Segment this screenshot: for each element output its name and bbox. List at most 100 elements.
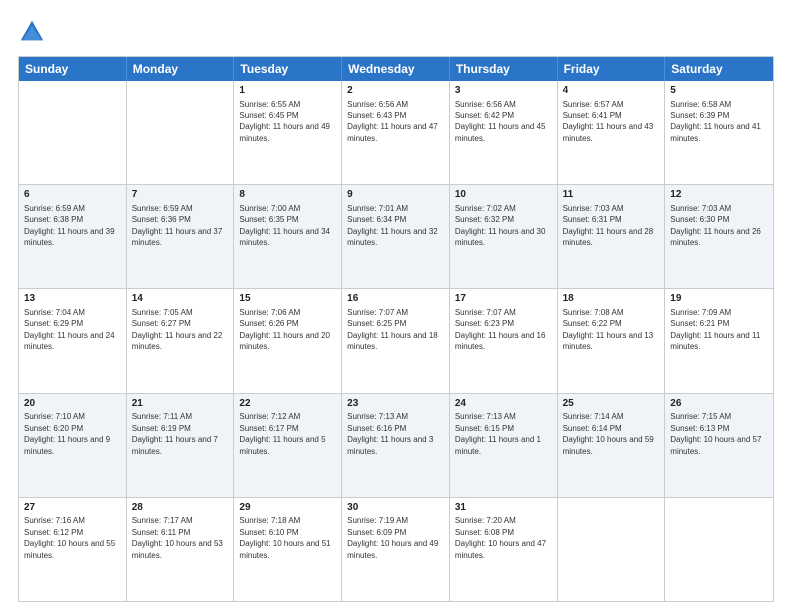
sunrise-text: Sunrise: 6:59 AM	[24, 204, 85, 213]
sunrise-text: Sunrise: 7:16 AM	[24, 516, 85, 525]
sunrise-text: Sunrise: 6:55 AM	[239, 100, 300, 109]
sunrise-text: Sunrise: 6:58 AM	[670, 100, 731, 109]
daylight-text: Daylight: 11 hours and 13 minutes.	[563, 331, 654, 351]
day-number: 11	[563, 188, 660, 202]
day-number: 12	[670, 188, 768, 202]
sunset-text: Sunset: 6:36 PM	[132, 215, 191, 224]
sunset-text: Sunset: 6:08 PM	[455, 528, 514, 537]
day-number: 27	[24, 501, 121, 515]
daylight-text: Daylight: 10 hours and 57 minutes.	[670, 435, 761, 455]
day-number: 31	[455, 501, 552, 515]
daylight-text: Daylight: 11 hours and 7 minutes.	[132, 435, 218, 455]
cal-day-12: 12Sunrise: 7:03 AMSunset: 6:30 PMDayligh…	[665, 185, 773, 288]
day-number: 26	[670, 397, 768, 411]
sunrise-text: Sunrise: 7:18 AM	[239, 516, 300, 525]
cal-header-friday: Friday	[558, 57, 666, 81]
cal-day-18: 18Sunrise: 7:08 AMSunset: 6:22 PMDayligh…	[558, 289, 666, 392]
sunrise-text: Sunrise: 7:19 AM	[347, 516, 408, 525]
sunset-text: Sunset: 6:19 PM	[132, 424, 191, 433]
cal-day-11: 11Sunrise: 7:03 AMSunset: 6:31 PMDayligh…	[558, 185, 666, 288]
daylight-text: Daylight: 11 hours and 24 minutes.	[24, 331, 115, 351]
sunset-text: Sunset: 6:26 PM	[239, 319, 298, 328]
sunset-text: Sunset: 6:12 PM	[24, 528, 83, 537]
sunset-text: Sunset: 6:20 PM	[24, 424, 83, 433]
daylight-text: Daylight: 11 hours and 28 minutes.	[563, 227, 654, 247]
sunrise-text: Sunrise: 7:20 AM	[455, 516, 516, 525]
daylight-text: Daylight: 11 hours and 9 minutes.	[24, 435, 110, 455]
sunrise-text: Sunrise: 7:13 AM	[347, 412, 408, 421]
sunset-text: Sunset: 6:21 PM	[670, 319, 729, 328]
cal-header-sunday: Sunday	[19, 57, 127, 81]
cal-day-5: 5Sunrise: 6:58 AMSunset: 6:39 PMDaylight…	[665, 81, 773, 184]
sunset-text: Sunset: 6:22 PM	[563, 319, 622, 328]
sunrise-text: Sunrise: 7:11 AM	[132, 412, 192, 421]
cal-day-10: 10Sunrise: 7:02 AMSunset: 6:32 PMDayligh…	[450, 185, 558, 288]
sunset-text: Sunset: 6:27 PM	[132, 319, 191, 328]
sunset-text: Sunset: 6:30 PM	[670, 215, 729, 224]
cal-week-row: 27Sunrise: 7:16 AM Sunset: 6:12 PM Dayligh…	[19, 497, 773, 601]
cal-day-27: 27Sunrise: 7:16 AM Sunset: 6:12 PM Dayligh…	[19, 498, 127, 601]
cal-header-monday: Monday	[127, 57, 235, 81]
sunset-text: Sunset: 6:14 PM	[563, 424, 622, 433]
calendar: SundayMondayTuesdayWednesdayThursdayFrid…	[18, 56, 774, 602]
daylight-text: Daylight: 11 hours and 41 minutes.	[670, 122, 761, 142]
cal-day-9: 9Sunrise: 7:01 AMSunset: 6:34 PMDaylight…	[342, 185, 450, 288]
calendar-body: 1Sunrise: 6:55 AMSunset: 6:45 PMDaylight…	[19, 81, 773, 601]
sunrise-text: Sunrise: 7:04 AM	[24, 308, 85, 317]
sunset-text: Sunset: 6:32 PM	[455, 215, 514, 224]
sunrise-text: Sunrise: 7:15 AM	[670, 412, 731, 421]
sunset-text: Sunset: 6:42 PM	[455, 111, 514, 120]
cal-day-24: 24Sunrise: 7:13 AMSunset: 6:15 PMDayligh…	[450, 394, 558, 497]
cal-day-30: 30Sunrise: 7:19 AMSunset: 6:09 PMDayligh…	[342, 498, 450, 601]
sunset-text: Sunset: 6:09 PM	[347, 528, 406, 537]
sunrise-text: Sunrise: 7:00 AM	[239, 204, 300, 213]
cal-day-2: 2Sunrise: 6:56 AMSunset: 6:43 PMDaylight…	[342, 81, 450, 184]
sunrise-text: Sunrise: 7:03 AM	[670, 204, 731, 213]
sunrise-text: Sunrise: 7:05 AM	[132, 308, 193, 317]
daylight-text: Daylight: 11 hours and 5 minutes.	[239, 435, 325, 455]
day-number: 22	[239, 397, 336, 411]
day-number: 2	[347, 84, 444, 98]
daylight-text: Daylight: 10 hours and 55 minutes.	[24, 539, 115, 559]
daylight-text: Daylight: 11 hours and 16 minutes.	[455, 331, 546, 351]
sunrise-text: Sunrise: 7:09 AM	[670, 308, 731, 317]
cal-day-29: 29Sunrise: 7:18 AMSunset: 6:10 PMDayligh…	[234, 498, 342, 601]
daylight-text: Daylight: 11 hours and 43 minutes.	[563, 122, 654, 142]
day-number: 6	[24, 188, 121, 202]
day-number: 1	[239, 84, 336, 98]
daylight-text: Daylight: 11 hours and 49 minutes.	[239, 122, 330, 142]
day-number: 5	[670, 84, 768, 98]
cal-day-21: 21Sunrise: 7:11 AMSunset: 6:19 PMDayligh…	[127, 394, 235, 497]
sunset-text: Sunset: 6:23 PM	[455, 319, 514, 328]
daylight-text: Daylight: 11 hours and 32 minutes.	[347, 227, 438, 247]
daylight-text: Daylight: 11 hours and 3 minutes.	[347, 435, 433, 455]
sunrise-text: Sunrise: 7:07 AM	[347, 308, 408, 317]
cal-day-22: 22Sunrise: 7:12 AMSunset: 6:17 PMDayligh…	[234, 394, 342, 497]
cal-header-wednesday: Wednesday	[342, 57, 450, 81]
day-number: 29	[239, 501, 336, 515]
sunset-text: Sunset: 6:31 PM	[563, 215, 622, 224]
sunrise-text: Sunrise: 7:14 AM	[563, 412, 624, 421]
sunset-text: Sunset: 6:41 PM	[563, 111, 622, 120]
sunset-text: Sunset: 6:29 PM	[24, 319, 83, 328]
cal-week-row: 1Sunrise: 6:55 AMSunset: 6:45 PMDaylight…	[19, 81, 773, 184]
cal-day-23: 23Sunrise: 7:13 AMSunset: 6:16 PMDayligh…	[342, 394, 450, 497]
cal-day-14: 14Sunrise: 7:05 AMSunset: 6:27 PMDayligh…	[127, 289, 235, 392]
sunrise-text: Sunrise: 6:57 AM	[563, 100, 624, 109]
sunset-text: Sunset: 6:11 PM	[132, 528, 191, 537]
cal-header-tuesday: Tuesday	[234, 57, 342, 81]
cal-day-13: 13Sunrise: 7:04 AMSunset: 6:29 PMDayligh…	[19, 289, 127, 392]
sunset-text: Sunset: 6:13 PM	[670, 424, 729, 433]
cal-day-4: 4Sunrise: 6:57 AMSunset: 6:41 PMDaylight…	[558, 81, 666, 184]
day-number: 24	[455, 397, 552, 411]
sunset-text: Sunset: 6:16 PM	[347, 424, 406, 433]
day-number: 9	[347, 188, 444, 202]
logo	[18, 18, 50, 46]
cal-week-row: 13Sunrise: 7:04 AMSunset: 6:29 PMDayligh…	[19, 288, 773, 392]
cal-header-thursday: Thursday	[450, 57, 558, 81]
cal-day-28: 28Sunrise: 7:17 AMSunset: 6:11 PMDayligh…	[127, 498, 235, 601]
daylight-text: Daylight: 11 hours and 39 minutes.	[24, 227, 115, 247]
sunset-text: Sunset: 6:25 PM	[347, 319, 406, 328]
cal-day-3: 3Sunrise: 6:56 AMSunset: 6:42 PMDaylight…	[450, 81, 558, 184]
sunrise-text: Sunrise: 7:10 AM	[24, 412, 85, 421]
